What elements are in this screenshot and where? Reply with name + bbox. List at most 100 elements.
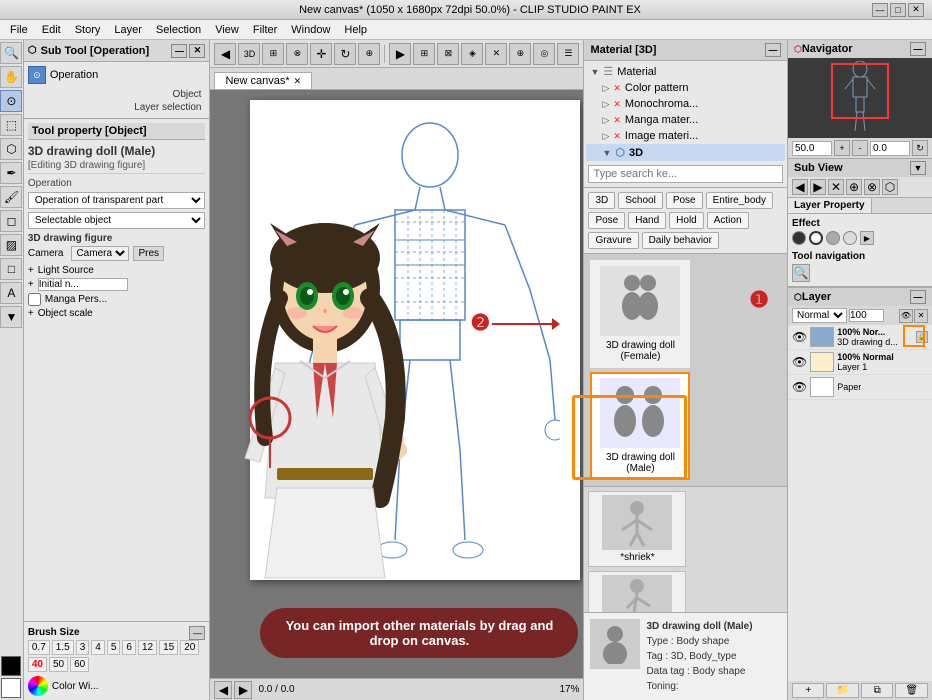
- effect-dot-black[interactable]: [792, 231, 806, 245]
- layer-item-paper[interactable]: 👁 Paper: [788, 375, 932, 400]
- ct-icon-3[interactable]: ◈: [461, 43, 483, 65]
- layer-lock-3d[interactable]: 🔒: [916, 331, 928, 343]
- bs-40[interactable]: 40: [28, 657, 47, 672]
- tool-text[interactable]: A: [0, 282, 22, 304]
- mat-3d-root[interactable]: ▼ ⬡ 3D: [586, 144, 785, 161]
- ct-3d-2[interactable]: ⊞: [262, 43, 284, 65]
- maximize-button[interactable]: □: [890, 3, 906, 17]
- tool-shape[interactable]: □: [0, 258, 22, 280]
- nav-angle-input[interactable]: [870, 141, 910, 156]
- tool-move[interactable]: ✋: [0, 66, 22, 88]
- sv-btn-1[interactable]: ◀: [792, 179, 808, 195]
- tool-gradient[interactable]: ▼: [0, 306, 22, 328]
- mat-image[interactable]: ▷ ✕ Image materi...: [586, 128, 785, 144]
- lf-new-folder[interactable]: 📁: [826, 683, 859, 698]
- lf-delete-layer[interactable]: 🗑: [895, 683, 928, 698]
- mat-monochrome[interactable]: ▷ ✕ Monochroma...: [586, 96, 785, 112]
- bs-15[interactable]: 15: [159, 640, 178, 655]
- tag-hold[interactable]: Hold: [669, 212, 704, 229]
- tag-pose[interactable]: Pose: [666, 192, 703, 209]
- layer-ctrl-1[interactable]: 👁: [899, 309, 913, 323]
- layer-item-1[interactable]: 👁 100% Normal Layer 1: [788, 350, 932, 375]
- brush-size-minimize[interactable]: —: [189, 626, 205, 640]
- menu-selection[interactable]: Selection: [150, 22, 207, 38]
- mat-material-root[interactable]: ▼ ☰ Material: [586, 63, 785, 80]
- sv-btn-6[interactable]: ⬡: [882, 179, 898, 195]
- tag-hand[interactable]: Hand: [628, 212, 666, 229]
- window-controls[interactable]: — □ ✕: [872, 3, 924, 17]
- sv-btn-3[interactable]: ✕: [828, 179, 844, 195]
- effect-dot-gray1[interactable]: [826, 231, 840, 245]
- tag-daily[interactable]: Daily behavior: [642, 232, 719, 249]
- background-color[interactable]: [1, 678, 21, 698]
- menu-help[interactable]: Help: [338, 22, 373, 38]
- menu-window[interactable]: Window: [285, 22, 336, 38]
- layer-eye-3[interactable]: 👁: [792, 380, 807, 394]
- mat-thumb-male[interactable]: 3D drawing doll (Male): [590, 372, 690, 480]
- menu-edit[interactable]: Edit: [36, 22, 67, 38]
- ct-rotate[interactable]: ↻: [334, 43, 356, 65]
- minimize-button[interactable]: —: [872, 3, 888, 17]
- tp-pres-btn[interactable]: Pres: [133, 246, 164, 261]
- layer-opacity-input[interactable]: [849, 309, 884, 322]
- ct-icon-2[interactable]: ⊠: [437, 43, 459, 65]
- sv-btn-2[interactable]: ▶: [810, 179, 826, 195]
- tool-nav-btn[interactable]: 🔍: [792, 264, 810, 282]
- tool-lasso[interactable]: ⬡: [0, 138, 22, 160]
- effect-more-btn[interactable]: ▶: [860, 231, 874, 245]
- lpt-tab-layer-property[interactable]: Layer Property: [788, 198, 872, 213]
- bs-1.5[interactable]: 1.5: [52, 640, 74, 655]
- sv-btn-5[interactable]: ⊗: [864, 179, 880, 195]
- effect-dot-gray2[interactable]: [843, 231, 857, 245]
- mat-enter-door[interactable]: A_enter a door: [588, 571, 686, 612]
- ct-icon-4[interactable]: ✕: [485, 43, 507, 65]
- nav-minimize[interactable]: —: [910, 42, 926, 56]
- tag-entire-body[interactable]: Entire_body: [706, 192, 773, 209]
- ct-more[interactable]: ▶: [389, 43, 411, 65]
- ct-3d-3[interactable]: ⊗: [286, 43, 308, 65]
- material-minimize[interactable]: —: [765, 43, 781, 57]
- tp-selectable-select[interactable]: Selectable object: [28, 212, 206, 229]
- effect-dot-white[interactable]: [809, 231, 823, 245]
- mat-color-pattern[interactable]: ▷ ✕ Color pattern: [586, 80, 785, 96]
- foreground-color[interactable]: [1, 656, 21, 676]
- tp-camera-select[interactable]: Camera: [71, 246, 129, 261]
- layer-eye-2[interactable]: 👁: [792, 355, 807, 369]
- mat-thumb-female[interactable]: 3D drawing doll (Female): [590, 260, 690, 368]
- nav-zoom-input[interactable]: [792, 141, 832, 156]
- canvas-tab-close[interactable]: ✕: [294, 76, 302, 87]
- tp-manga-check[interactable]: [28, 293, 41, 306]
- bs-4[interactable]: 4: [91, 640, 105, 655]
- search-input[interactable]: [588, 165, 783, 183]
- tool-operation[interactable]: ⊙: [0, 90, 22, 112]
- sv-btn-4[interactable]: ⊕: [846, 179, 862, 195]
- lf-copy-layer[interactable]: ⧉: [861, 683, 894, 698]
- navigator-preview[interactable]: [788, 58, 932, 138]
- bs-12[interactable]: 12: [138, 640, 157, 655]
- layer-blend-select[interactable]: Normal: [792, 308, 847, 323]
- subtool-close[interactable]: ✕: [189, 44, 205, 58]
- mat-manga[interactable]: ▷ ✕ Manga mater...: [586, 112, 785, 128]
- canvas-viewport[interactable]: You can import other materials by drag a…: [210, 90, 583, 678]
- ct-other[interactable]: ⊕: [358, 43, 380, 65]
- nav-zoom-out[interactable]: -: [852, 140, 868, 156]
- ct-icon-5[interactable]: ⊕: [509, 43, 531, 65]
- tool-select[interactable]: ⬚: [0, 114, 22, 136]
- ct-icon-1[interactable]: ⊞: [413, 43, 435, 65]
- ct-move[interactable]: ✛: [310, 43, 332, 65]
- tag-pose2[interactable]: Pose: [588, 212, 625, 229]
- tool-pen[interactable]: ✒: [0, 162, 22, 184]
- menu-view[interactable]: View: [209, 22, 245, 38]
- bs-5[interactable]: 5: [107, 640, 121, 655]
- layer-minimize[interactable]: —: [910, 290, 926, 304]
- canvas-tab-main[interactable]: New canvas* ✕: [214, 72, 312, 89]
- menu-layer[interactable]: Layer: [108, 22, 148, 38]
- lf-new-layer[interactable]: +: [792, 683, 825, 698]
- ct-arrow-left[interactable]: ◀: [214, 43, 236, 65]
- tag-3d[interactable]: 3D: [588, 192, 615, 209]
- tag-action[interactable]: Action: [707, 212, 749, 229]
- subview-toggle[interactable]: ▼: [910, 161, 926, 175]
- tp-operation-select[interactable]: Operation of transparent part: [28, 192, 206, 209]
- subtool-minimize[interactable]: —: [171, 44, 187, 58]
- color-wheel-icon[interactable]: [28, 676, 48, 696]
